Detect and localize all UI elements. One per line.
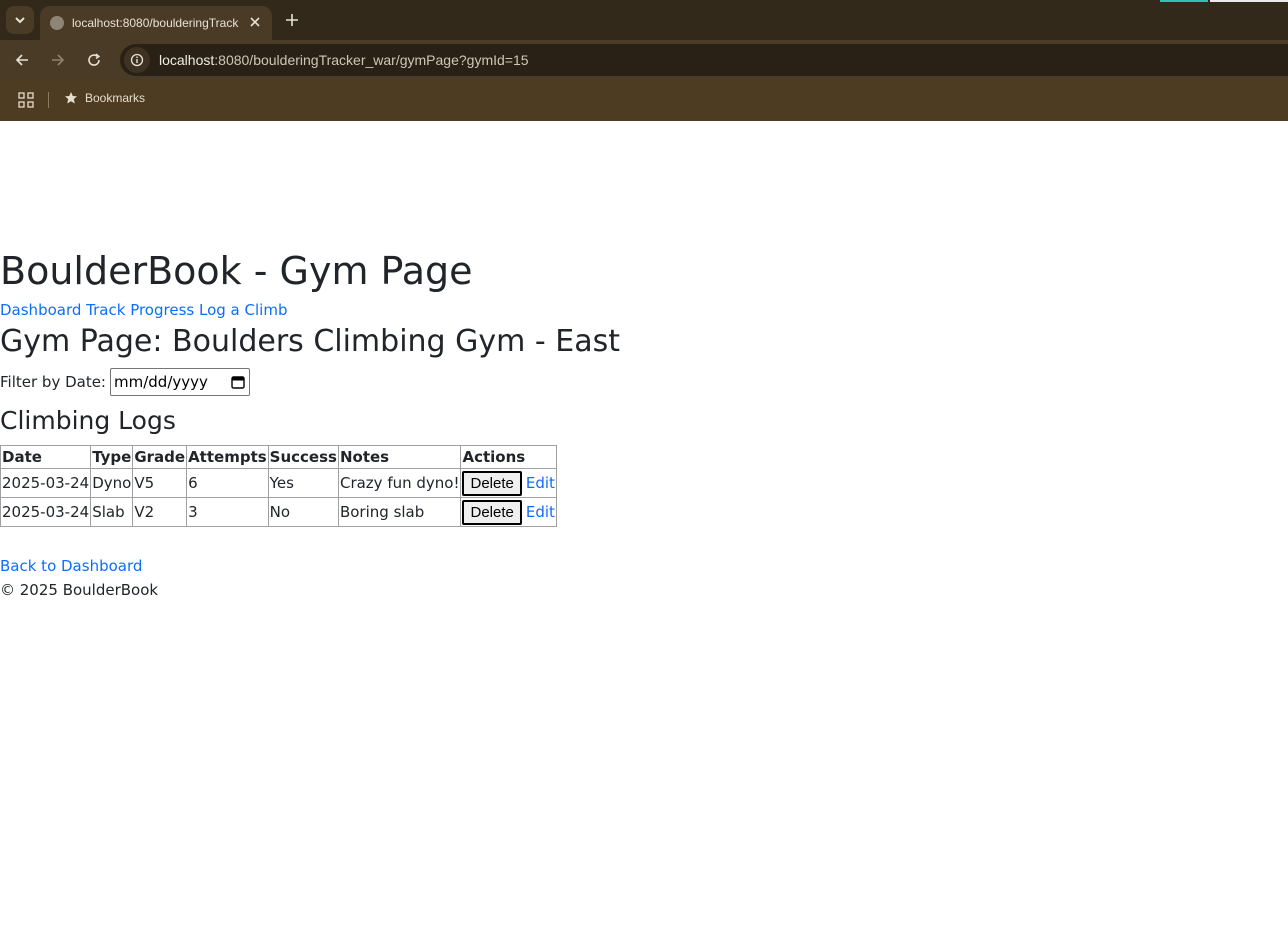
bookmarks-folder[interactable]: Bookmarks bbox=[64, 91, 145, 105]
url-path: :8080/boulderingTracker_war/gymPage?gymI… bbox=[214, 52, 529, 68]
reload-icon[interactable] bbox=[86, 52, 102, 68]
tab-search-button[interactable] bbox=[6, 6, 34, 34]
browser-tab[interactable]: localhost:8080/boulderingTrack bbox=[40, 6, 272, 40]
bookmarks-bar: Bookmarks bbox=[0, 80, 1288, 121]
bookmarks-label: Bookmarks bbox=[85, 91, 146, 105]
date-filter-input[interactable]: mm/dd/yyyy bbox=[110, 368, 250, 396]
cell-grade: V2 bbox=[132, 497, 188, 527]
footer-copyright: © 2025 BoulderBook bbox=[0, 581, 159, 599]
climbing-logs-table: Date Type Grade Attempts Success Notes A… bbox=[0, 445, 557, 527]
tab-strip: localhost:8080/boulderingTrack bbox=[0, 0, 1288, 40]
cell-type: Dyno bbox=[90, 468, 134, 498]
header-attempts: Attempts bbox=[186, 445, 269, 469]
cell-notes: Crazy fun dyno! bbox=[337, 468, 462, 498]
cell-success: Yes bbox=[267, 468, 339, 498]
page-title: BoulderBook - Gym Page bbox=[0, 249, 473, 293]
star-icon bbox=[65, 92, 77, 104]
table-row: 2025-03-24 Slab V2 3 No Boring slab Dele… bbox=[0, 497, 557, 527]
header-notes: Notes bbox=[337, 445, 462, 469]
cell-date: 2025-03-24 bbox=[0, 497, 92, 527]
nav-link-dashboard[interactable]: Dashboard bbox=[0, 301, 81, 319]
header-type: Type bbox=[90, 445, 134, 469]
edit-link[interactable]: Edit bbox=[526, 474, 555, 492]
url-text: localhost:8080/boulderingTracker_war/gym… bbox=[159, 52, 529, 68]
date-placeholder: mm/dd/yyyy bbox=[114, 373, 208, 391]
header-grade: Grade bbox=[132, 445, 188, 469]
cell-type: Slab bbox=[90, 497, 134, 527]
table-row: 2025-03-24 Dyno V5 6 Yes Crazy fun dyno!… bbox=[0, 468, 557, 498]
cell-notes: Boring slab bbox=[337, 497, 462, 527]
filter-label: Filter by Date: bbox=[0, 373, 106, 391]
back-to-dashboard-link[interactable]: Back to Dashboard bbox=[0, 555, 142, 577]
nav-link-track-progress[interactable]: Track Progress bbox=[86, 301, 194, 319]
header-success: Success bbox=[267, 445, 339, 469]
delete-button[interactable]: Delete bbox=[462, 470, 522, 496]
address-bar[interactable]: localhost:8080/boulderingTracker_war/gym… bbox=[120, 44, 1288, 76]
apps-grid-icon[interactable] bbox=[18, 92, 34, 108]
header-date: Date bbox=[0, 445, 92, 469]
gym-heading: Gym Page: Boulders Climbing Gym - East bbox=[0, 324, 620, 359]
url-host: localhost bbox=[159, 52, 215, 68]
window-accent-light bbox=[1210, 0, 1288, 2]
browser-toolbar: localhost:8080/boulderingTracker_war/gym… bbox=[0, 40, 1288, 80]
cell-attempts: 6 bbox=[186, 468, 269, 498]
window-accent bbox=[1160, 0, 1208, 2]
back-arrow-icon[interactable] bbox=[14, 52, 30, 68]
top-nav: Dashboard Track Progress Log a Climb bbox=[0, 299, 287, 321]
cell-attempts: 3 bbox=[186, 497, 269, 527]
delete-button[interactable]: Delete bbox=[462, 499, 522, 525]
plus-icon[interactable] bbox=[284, 12, 300, 28]
globe-icon bbox=[50, 16, 64, 30]
cell-actions: Delete Edit bbox=[460, 468, 557, 498]
calendar-icon[interactable] bbox=[231, 375, 245, 389]
chevron-down-icon bbox=[15, 17, 25, 24]
table-header-row: Date Type Grade Attempts Success Notes A… bbox=[0, 445, 557, 469]
bookmarks-divider bbox=[48, 92, 49, 108]
close-icon[interactable] bbox=[248, 15, 262, 29]
cell-grade: V5 bbox=[132, 468, 188, 498]
forward-arrow-icon[interactable] bbox=[50, 52, 66, 68]
cell-actions: Delete Edit bbox=[460, 497, 557, 527]
tab-title: localhost:8080/boulderingTrack bbox=[72, 16, 239, 30]
header-actions: Actions bbox=[460, 445, 557, 469]
nav-link-log-climb[interactable]: Log a Climb bbox=[199, 301, 287, 319]
logs-heading: Climbing Logs bbox=[0, 406, 176, 435]
cell-date: 2025-03-24 bbox=[0, 468, 92, 498]
site-info-icon[interactable] bbox=[124, 47, 150, 73]
cell-success: No bbox=[267, 497, 339, 527]
edit-link[interactable]: Edit bbox=[526, 503, 555, 521]
date-filter: Filter by Date: mm/dd/yyyy bbox=[0, 368, 250, 396]
